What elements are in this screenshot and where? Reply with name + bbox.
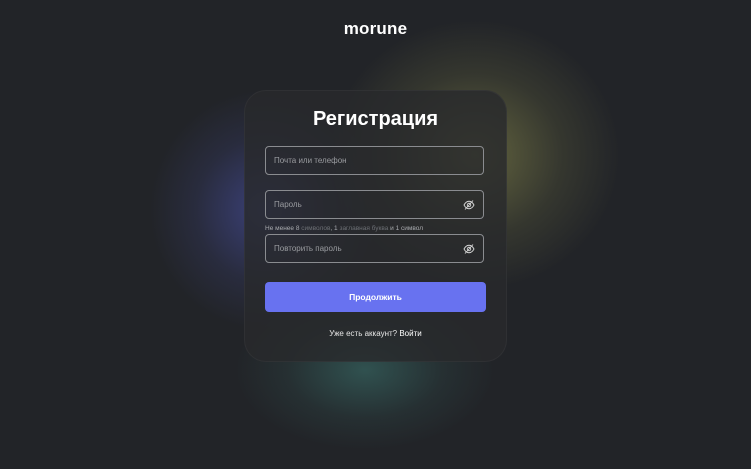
brand-logo: morune — [343, 19, 408, 38]
email-field[interactable] — [265, 146, 484, 175]
signin-prompt: Уже есть аккаунт? Войти — [244, 329, 507, 338]
password-input[interactable] — [266, 191, 483, 218]
password-field[interactable] — [265, 190, 484, 219]
signin-link[interactable]: Войти — [399, 329, 421, 338]
confirm-password-input[interactable] — [266, 235, 483, 262]
page-title: Регистрация — [312, 108, 439, 130]
email-input[interactable] — [266, 147, 483, 174]
eye-off-icon[interactable] — [463, 243, 475, 255]
eye-off-icon[interactable] — [463, 199, 475, 211]
signin-prompt-text: Уже есть аккаунт? — [329, 329, 398, 338]
confirm-password-field[interactable] — [265, 234, 484, 263]
password-hint: Не менее 8 символов, 1 заглавная буква и… — [265, 225, 424, 232]
continue-button[interactable]: Продолжить — [265, 282, 486, 312]
registration-card: Регистрация Не менее 8 символов, 1 загла… — [244, 90, 507, 362]
